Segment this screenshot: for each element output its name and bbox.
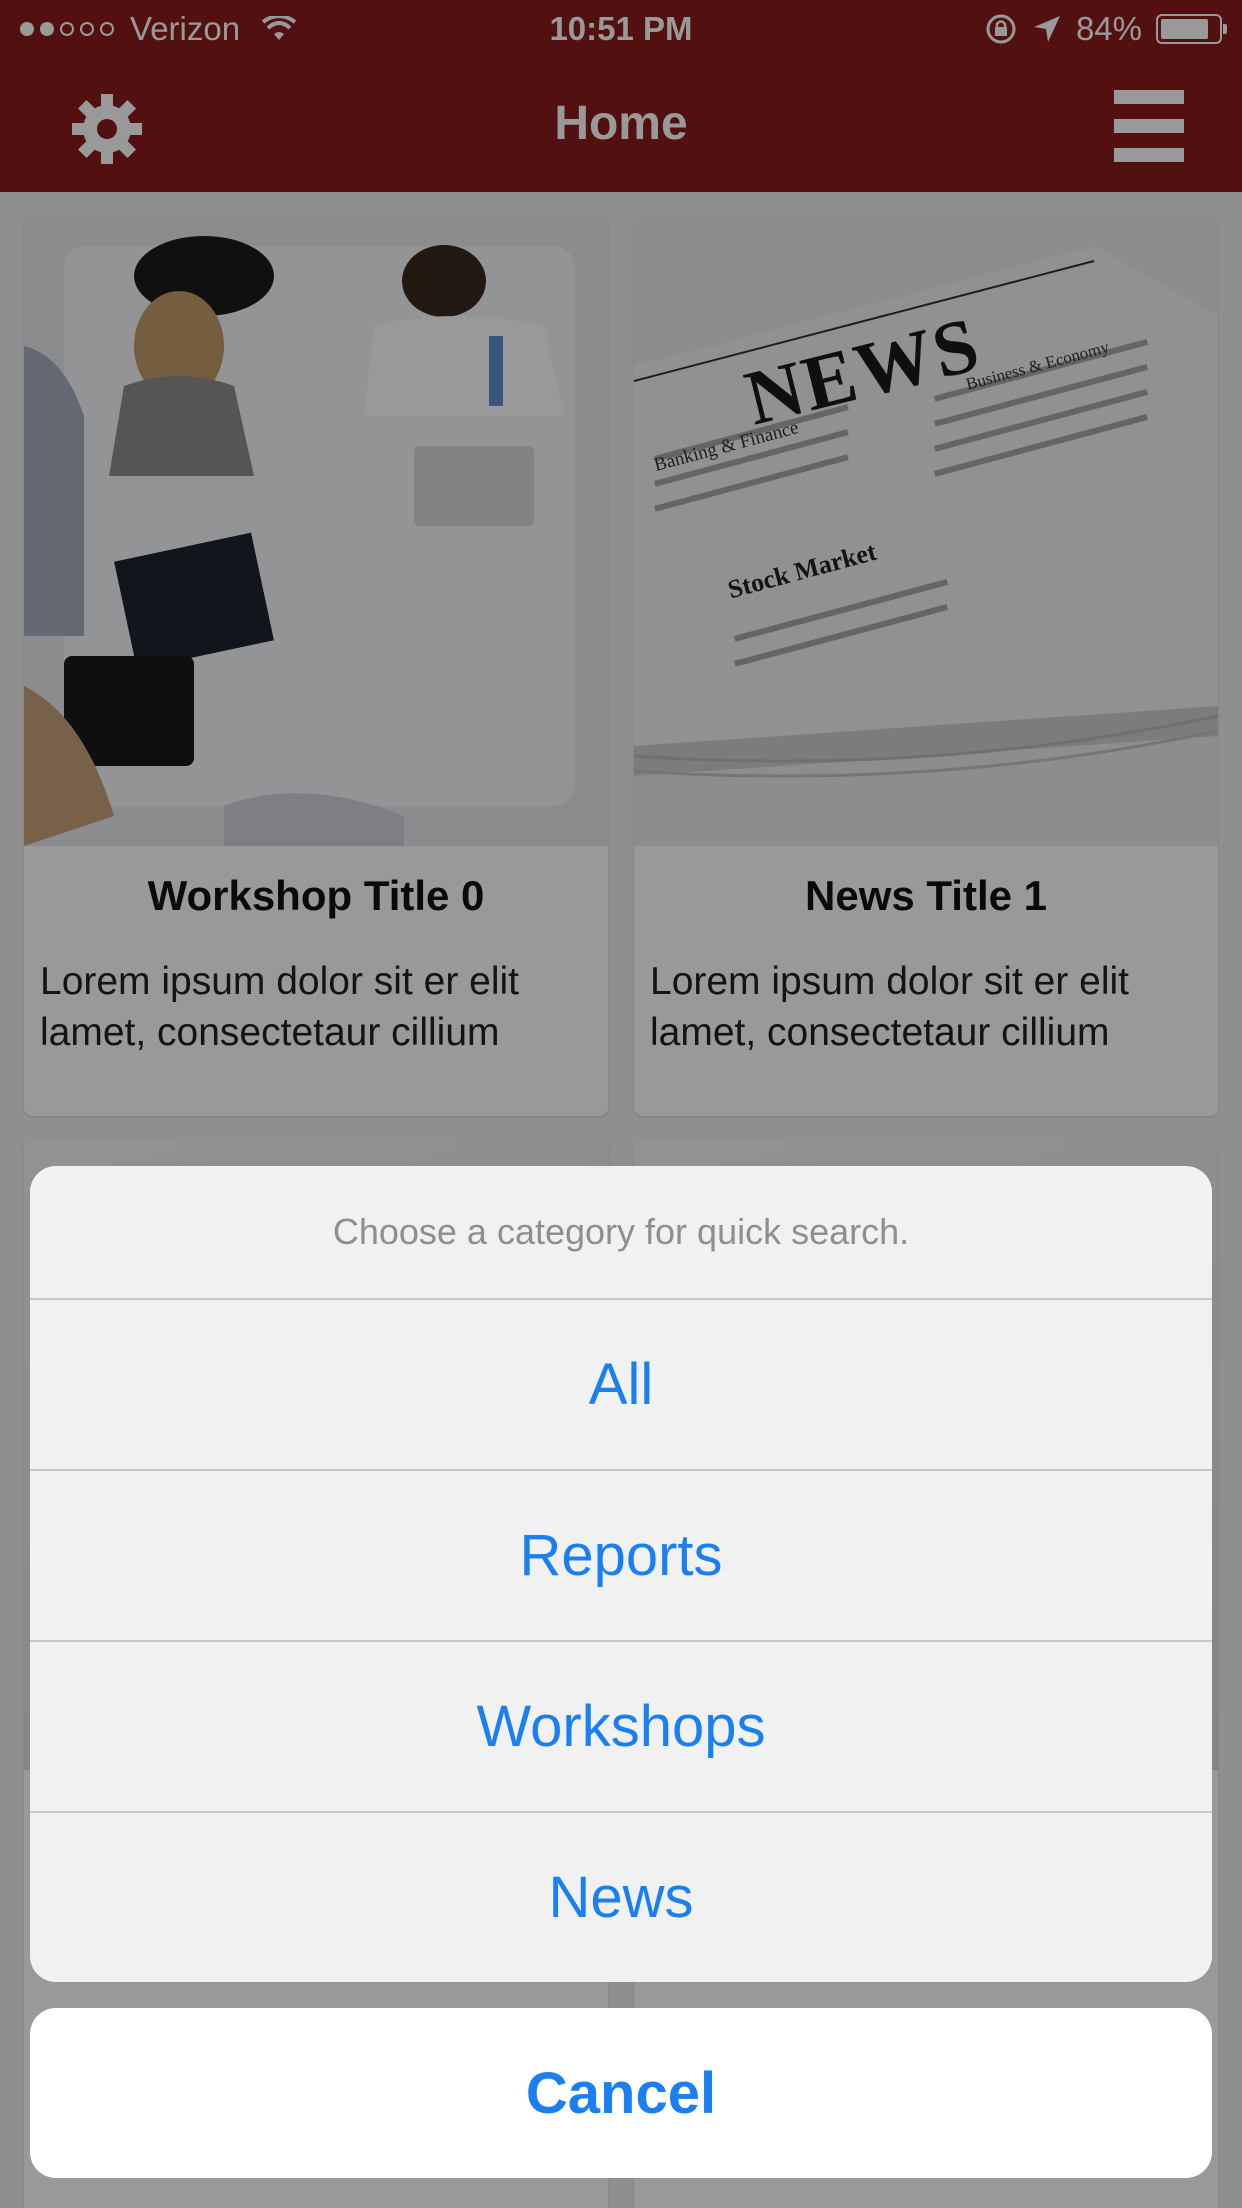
cancel-button[interactable]: Cancel [30,2008,1212,2178]
option-reports-button[interactable]: Reports [30,1469,1212,1640]
option-news-button[interactable]: News [30,1811,1212,1982]
action-sheet: Choose a category for quick search. All … [30,1166,1212,1982]
option-workshops-button[interactable]: Workshops [30,1640,1212,1811]
action-sheet-message: Choose a category for quick search. [332,1211,910,1252]
option-all-button[interactable]: All [30,1298,1212,1469]
